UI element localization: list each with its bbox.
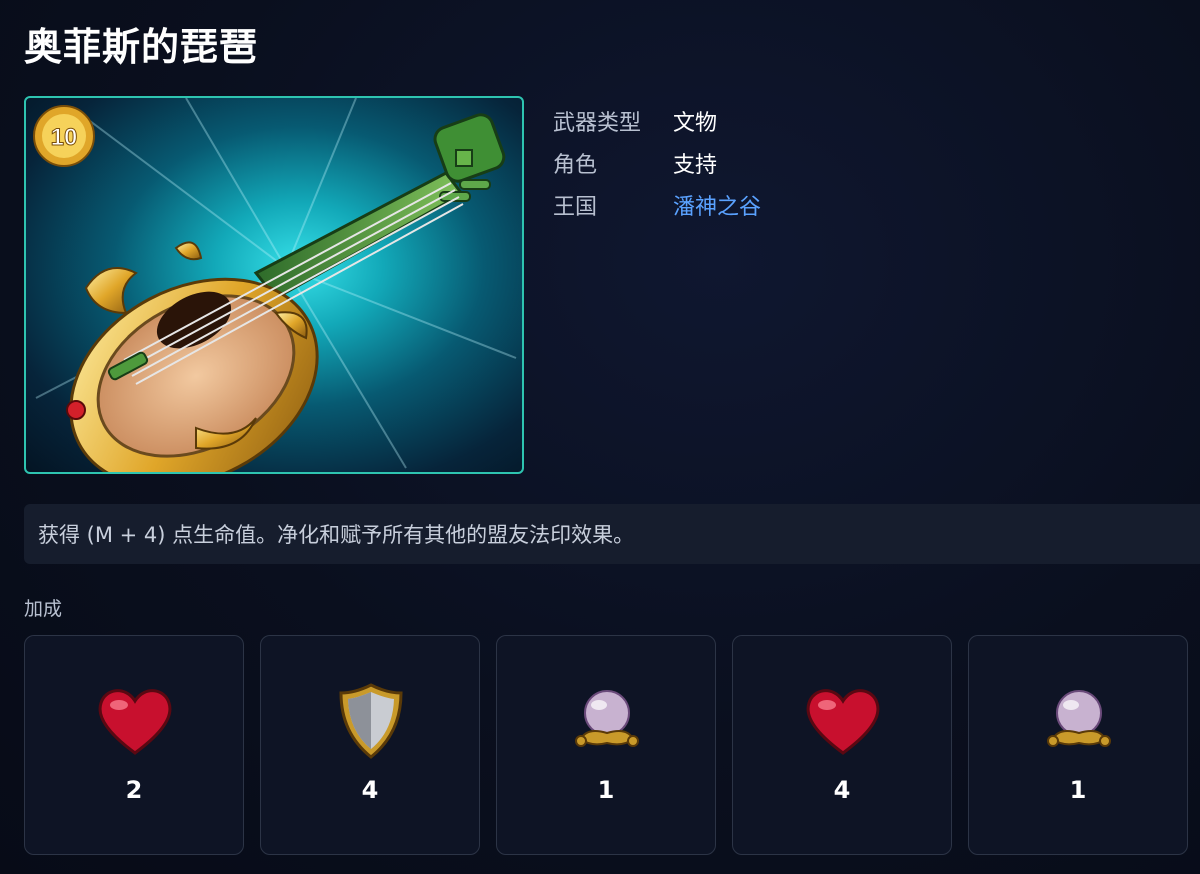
page-title: 奥菲斯的琵琶 xyxy=(24,25,259,69)
level-badge: 10 xyxy=(33,105,95,167)
bonus-card: 4 xyxy=(732,635,952,855)
bonus-card: 2 xyxy=(24,635,244,855)
weapon-type-row: 武器类型 文物 xyxy=(553,100,761,142)
bonus-count: 4 xyxy=(361,776,379,804)
level-text: 10 xyxy=(51,124,78,151)
weapon-info: 武器类型 文物 角色 支持 王国 潘神之谷 xyxy=(553,100,761,226)
role-value: 支持 xyxy=(673,153,718,178)
lute-icon xyxy=(35,98,517,472)
bonus-grid: 2 4 1 4 1 xyxy=(24,635,1200,855)
heart-icon xyxy=(806,689,880,755)
role-row: 角色 支持 xyxy=(553,142,761,184)
bonus-count: 1 xyxy=(1069,776,1087,804)
role-label: 角色 xyxy=(553,153,598,178)
weapon-image: 10 xyxy=(24,96,524,474)
bonus-card: 4 xyxy=(260,635,480,855)
bonus-card: 1 xyxy=(496,635,716,855)
bonus-count: 4 xyxy=(833,776,851,804)
weapon-type-value: 文物 xyxy=(673,111,718,136)
crystal-orb-icon xyxy=(575,690,639,747)
bonus-heading: 加成 xyxy=(24,598,63,620)
bonus-card: 1 xyxy=(968,635,1188,855)
bonus-count: 1 xyxy=(597,776,615,804)
shield-icon xyxy=(339,683,403,759)
kingdom-link[interactable]: 潘神之谷 xyxy=(673,189,761,221)
bonus-count: 2 xyxy=(125,776,143,804)
weapon-type-label: 武器类型 xyxy=(553,111,642,136)
weapon-description: 获得 (M + 4) 点生命值。净化和赋予所有其他的盟友法印效果。 xyxy=(24,504,1200,564)
crystal-orb-icon xyxy=(1047,690,1111,747)
kingdom-label: 王国 xyxy=(553,195,598,220)
heart-icon xyxy=(98,689,172,755)
kingdom-row: 王国 潘神之谷 xyxy=(553,184,761,226)
